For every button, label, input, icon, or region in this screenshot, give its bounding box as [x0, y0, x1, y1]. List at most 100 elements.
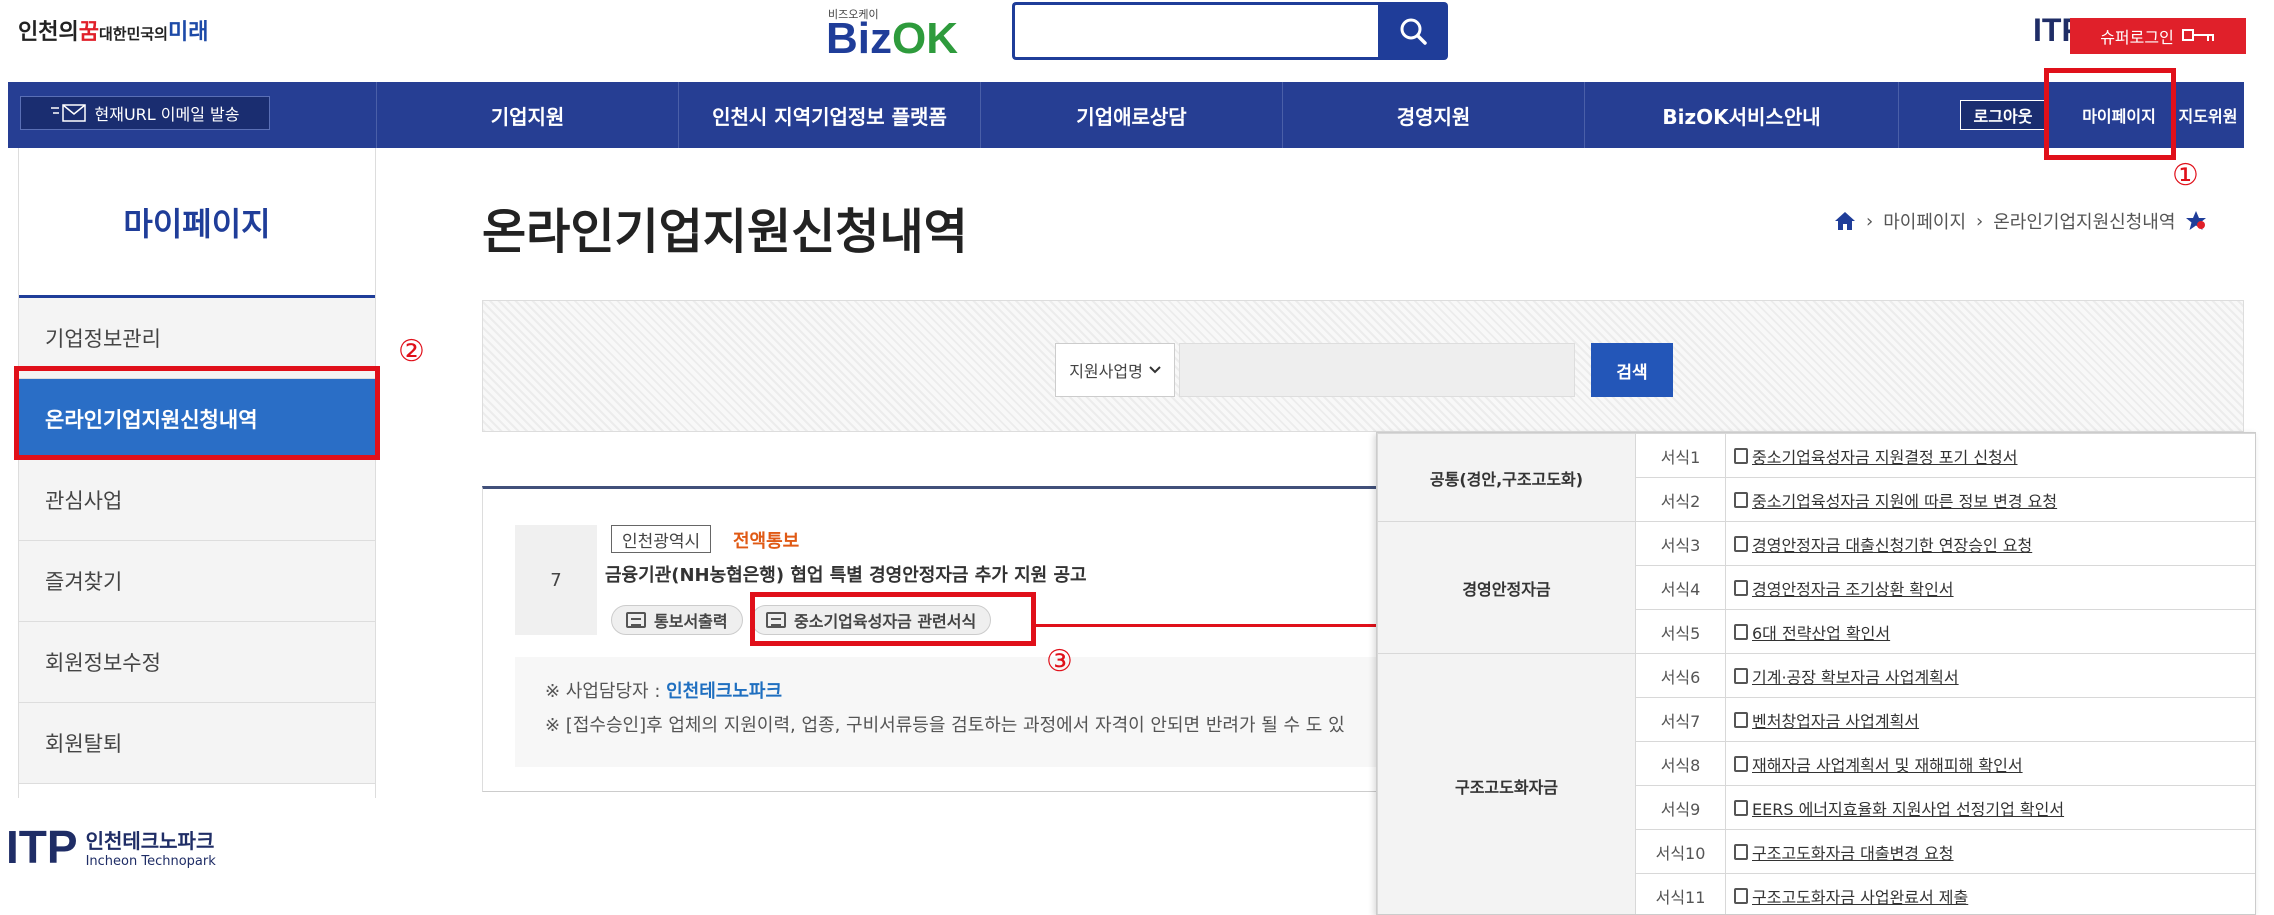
form-download-link[interactable]: 구조고도화자금 대출변경 요청 — [1734, 840, 1954, 864]
search-icon — [1400, 18, 1427, 45]
form-name: 구조고도화자금 대출변경 요청 — [1752, 843, 1954, 863]
itp-footer-logo[interactable]: ITP 인천테크노파크 Incheon Technopark — [6, 820, 216, 874]
form-cell: EERS 에너지효율화 지원사업 선정기업 확인서 — [1725, 785, 2255, 830]
form-download-link[interactable]: 경영안정자금 조기상환 확인서 — [1734, 576, 1954, 600]
form-code: 서식9 — [1635, 785, 1726, 830]
slogan-future: 미래 — [168, 20, 209, 45]
form-download-link[interactable]: 기계·공장 확보자금 사업계획서 — [1734, 664, 1959, 688]
form-download-link[interactable]: 재해자금 사업계획서 및 재해피해 확인서 — [1734, 752, 2023, 776]
header-search-button[interactable] — [1378, 2, 1448, 60]
breadcrumb-item: 온라인기업지원신청내역 — [1993, 212, 2176, 233]
sidebar: 마이페이지 기업정보관리 온라인기업지원신청내역 관심사업 즐겨찾기 회원정보수… — [18, 148, 376, 798]
slogan-logo[interactable]: 인천의꿈대한민국의미래 — [18, 14, 208, 46]
nav-item-management[interactable]: 경영지원 — [1282, 82, 1584, 148]
guide-button[interactable]: 지도위원 — [2172, 100, 2244, 130]
form-name: 구조고도화자금 사업완료서 제출 — [1752, 887, 1969, 907]
form-cell: 경영안정자금 조기상환 확인서 — [1725, 565, 2255, 610]
itp-name-en: Incheon Technopark — [85, 854, 216, 869]
document-icon — [1734, 491, 1748, 508]
slogan-part: 인천의 — [18, 20, 79, 45]
annotation-number-3: ③ — [1046, 644, 1073, 679]
form-download-link[interactable]: 구조고도화자금 사업완료서 제출 — [1734, 884, 1968, 908]
form-name: EERS 에너지효율화 지원사업 선정기업 확인서 — [1752, 799, 2065, 819]
form-code: 서식7 — [1635, 697, 1726, 742]
table-row: 경영안정자금 서식3 경영안정자금 대출신청기한 연장승인 요청 — [1377, 521, 2255, 654]
nav-item-regional-platform[interactable]: 인천시 지역기업정보 플랫폼 — [678, 82, 980, 148]
key-icon — [2181, 29, 2214, 41]
form-download-link[interactable]: 경영안정자금 대출신청기한 연장승인 요청 — [1734, 532, 2032, 556]
favorite-star-icon[interactable] — [2185, 210, 2207, 232]
search-keyword-input[interactable] — [1179, 343, 1575, 397]
form-name: 중소기업육성자금 지원결정 포기 신청서 — [1752, 447, 2018, 467]
form-cell: 재해자금 사업계획서 및 재해피해 확인서 — [1725, 741, 2255, 786]
region-tag: 인천광역시 — [611, 525, 712, 553]
bizok-logo[interactable]: 비즈오케이 BizOK — [826, 4, 981, 64]
print-notice-button[interactable]: 통보서출력 — [611, 605, 743, 635]
form-download-link[interactable]: 6대 전략산업 확인서 — [1734, 620, 1890, 644]
form-name: 재해자금 사업계획서 및 재해피해 확인서 — [1752, 755, 2023, 775]
form-download-link[interactable]: EERS 에너지효율화 지원사업 선정기업 확인서 — [1734, 796, 2064, 820]
form-category: 구조고도화자금 — [1377, 653, 1636, 914]
sidebar-item-favorites[interactable]: 즐겨찾기 — [19, 541, 375, 622]
sidebar-item-withdraw[interactable]: 회원탈퇴 — [19, 703, 375, 784]
slogan-dream: 꿈 — [78, 20, 99, 45]
form-download-link[interactable]: 벤처창업자금 사업계획서 — [1734, 708, 1919, 732]
form-code: 서식6 — [1635, 653, 1726, 698]
home-icon[interactable] — [1834, 211, 1856, 231]
breadcrumb-item[interactable]: 마이페이지 — [1883, 208, 1966, 234]
nav-item-bizok-info[interactable]: BizOK서비스안내 — [1584, 82, 1898, 148]
main-nav: 현재URL 이메일 발송 기업지원 인천시 지역기업정보 플랫폼 기업애로상담 … — [8, 82, 2244, 148]
email-url-button[interactable]: 현재URL 이메일 발송 — [20, 96, 270, 130]
table-row: 공통(경안,구조고도화) 서식1 중소기업육성자금 지원결정 포기 신청서 — [1377, 433, 2255, 522]
header-search-input[interactable] — [1012, 2, 1379, 60]
search-field-select-value: 지원사업명 — [1069, 362, 1143, 381]
form-cell: 구조고도화자금 대출변경 요청 — [1725, 829, 2255, 874]
form-name: 벤처창업자금 사업계획서 — [1752, 711, 1920, 731]
form-cell: 경영안정자금 대출신청기한 연장승인 요청 — [1725, 521, 2255, 566]
search-submit-button[interactable]: 검색 — [1591, 343, 1673, 397]
document-icon — [1734, 799, 1748, 816]
form-cell: 기계·공장 확보자금 사업계획서 — [1725, 653, 2255, 698]
sidebar-item-edit-profile[interactable]: 회원정보수정 — [19, 622, 375, 703]
form-category: 공통(경안,구조고도화) — [1377, 433, 1636, 522]
notice-prefix: ※ 사업담당자 : — [545, 681, 667, 702]
form-name: 6대 전략산업 확인서 — [1752, 623, 1891, 643]
breadcrumb: › 마이페이지 › 온라인기업지원신청내역 — [1834, 208, 2207, 234]
form-download-link[interactable]: 중소기업육성자금 지원에 따른 정보 변경 요청 — [1734, 488, 2057, 512]
form-code: 서식3 — [1635, 521, 1726, 566]
page-title: 온라인기업지원신청내역 — [482, 204, 968, 260]
annotation-connector-line — [1034, 624, 1382, 627]
chevron-down-icon — [1149, 366, 1161, 374]
annotation-box-3 — [750, 592, 1036, 646]
form-cell: 6대 전략산업 확인서 — [1725, 609, 2255, 654]
form-cell: 중소기업육성자금 지원결정 포기 신청서 — [1725, 433, 2255, 478]
form-name: 중소기업육성자금 지원에 따른 정보 변경 요청 — [1752, 491, 2058, 511]
super-login-label: 슈퍼로그인 — [2100, 28, 2174, 47]
form-download-link[interactable]: 중소기업육성자금 지원결정 포기 신청서 — [1734, 444, 2018, 468]
annotation-number-2: ② — [398, 334, 425, 369]
nav-item-company-support[interactable]: 기업지원 — [376, 82, 678, 148]
form-category: 경영안정자금 — [1377, 521, 1636, 654]
form-code: 서식11 — [1635, 873, 1726, 914]
document-icon — [1734, 843, 1748, 860]
annotation-box-1 — [2044, 68, 2176, 160]
document-icon — [1734, 667, 1748, 684]
sidebar-title: 마이페이지 — [19, 148, 375, 298]
document-icon — [1734, 447, 1748, 464]
document-icon — [1734, 535, 1748, 552]
document-icon — [1734, 623, 1748, 640]
forms-popup: 공통(경안,구조고도화) 서식1 중소기업육성자금 지원결정 포기 신청서 서식2 중소… — [1376, 432, 2256, 915]
form-name: 경영안정자금 대출신청기한 연장승인 요청 — [1752, 535, 2033, 555]
document-icon — [1734, 711, 1748, 728]
application-title[interactable]: 금융기관(NH농협은행) 협업 특별 경영안정자금 추가 지원 공고 — [605, 561, 1087, 587]
annotation-box-2 — [14, 366, 380, 460]
form-cell: 구조고도화자금 사업완료서 제출 — [1725, 873, 2255, 914]
sidebar-item-interests[interactable]: 관심사업 — [19, 460, 375, 541]
search-field-select[interactable]: 지원사업명 — [1055, 343, 1175, 397]
super-login-button[interactable]: 슈퍼로그인 — [2070, 18, 2246, 54]
logout-button[interactable]: 로그아웃 — [1960, 100, 2046, 130]
nav-item-consulting[interactable]: 기업애로상담 — [980, 82, 1282, 148]
email-url-label: 현재URL 이메일 발송 — [94, 105, 240, 124]
mail-icon — [50, 104, 86, 122]
document-icon — [1734, 755, 1748, 772]
